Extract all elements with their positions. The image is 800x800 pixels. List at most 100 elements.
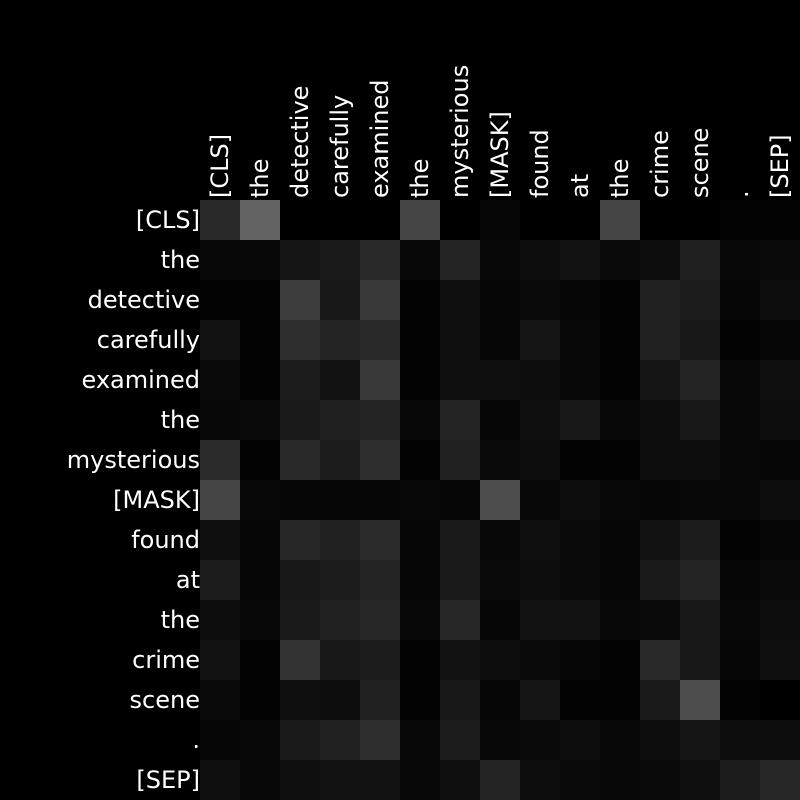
y-tick-label: scene bbox=[130, 686, 200, 714]
heatmap-cell-5-7 bbox=[480, 400, 520, 440]
heatmap-cell-13-8 bbox=[520, 720, 560, 760]
heatmap-cell-8-4 bbox=[360, 520, 400, 560]
heatmap-cell-14-1 bbox=[240, 760, 280, 800]
heatmap-cell-13-13 bbox=[720, 720, 760, 760]
heatmap-cell-8-1 bbox=[240, 520, 280, 560]
heatmap-cell-11-0 bbox=[200, 640, 240, 680]
heatmap-cell-3-5 bbox=[400, 320, 440, 360]
heatmap-cell-6-2 bbox=[280, 440, 320, 480]
heatmap-cell-6-7 bbox=[480, 440, 520, 480]
heatmap-cell-8-0 bbox=[200, 520, 240, 560]
heatmap-cell-3-14 bbox=[760, 320, 800, 360]
heatmap-cell-5-3 bbox=[320, 400, 360, 440]
heatmap-cell-9-7 bbox=[480, 560, 520, 600]
heatmap-cell-6-8 bbox=[520, 440, 560, 480]
heatmap-cell-8-6 bbox=[440, 520, 480, 560]
heatmap-cell-14-9 bbox=[560, 760, 600, 800]
heatmap-cell-1-13 bbox=[720, 240, 760, 280]
heatmap-cell-13-7 bbox=[480, 720, 520, 760]
heatmap-cell-12-12 bbox=[680, 680, 720, 720]
heatmap-cell-5-10 bbox=[600, 400, 640, 440]
heatmap-cell-3-4 bbox=[360, 320, 400, 360]
heatmap-cell-5-1 bbox=[240, 400, 280, 440]
heatmap-cell-0-9 bbox=[560, 200, 600, 240]
heatmap-cell-13-3 bbox=[320, 720, 360, 760]
heatmap-cell-0-0 bbox=[200, 200, 240, 240]
heatmap-cell-5-4 bbox=[360, 400, 400, 440]
heatmap-cell-12-9 bbox=[560, 680, 600, 720]
heatmap-cell-10-0 bbox=[200, 600, 240, 640]
heatmap-cell-3-0 bbox=[200, 320, 240, 360]
heatmap-cell-13-12 bbox=[680, 720, 720, 760]
heatmap-cell-5-13 bbox=[720, 400, 760, 440]
heatmap-cell-9-2 bbox=[280, 560, 320, 600]
y-tick-label: the bbox=[161, 246, 200, 274]
heatmap-cell-4-13 bbox=[720, 360, 760, 400]
heatmap-cell-2-11 bbox=[640, 280, 680, 320]
x-tick-label: crime bbox=[646, 130, 674, 198]
heatmap-cell-1-7 bbox=[480, 240, 520, 280]
heatmap-cell-4-6 bbox=[440, 360, 480, 400]
heatmap-cell-10-14 bbox=[760, 600, 800, 640]
x-tick-label: the bbox=[606, 159, 634, 198]
heatmap-cell-5-6 bbox=[440, 400, 480, 440]
heatmap-cell-1-0 bbox=[200, 240, 240, 280]
heatmap-cell-10-8 bbox=[520, 600, 560, 640]
heatmap-cell-0-8 bbox=[520, 200, 560, 240]
heatmap-cell-13-10 bbox=[600, 720, 640, 760]
heatmap-cell-7-9 bbox=[560, 480, 600, 520]
heatmap-cell-5-5 bbox=[400, 400, 440, 440]
heatmap-cell-12-14 bbox=[760, 680, 800, 720]
heatmap-cell-11-9 bbox=[560, 640, 600, 680]
heatmap-cell-6-12 bbox=[680, 440, 720, 480]
heatmap-cell-8-12 bbox=[680, 520, 720, 560]
heatmap-cell-10-9 bbox=[560, 600, 600, 640]
heatmap-cell-0-13 bbox=[720, 200, 760, 240]
heatmap-cell-7-0 bbox=[200, 480, 240, 520]
x-tick-label: mysterious bbox=[446, 65, 474, 198]
heatmap-cell-2-3 bbox=[320, 280, 360, 320]
heatmap-cell-6-6 bbox=[440, 440, 480, 480]
heatmap-cell-7-7 bbox=[480, 480, 520, 520]
heatmap-cell-4-2 bbox=[280, 360, 320, 400]
heatmap-cell-12-5 bbox=[400, 680, 440, 720]
x-tick-label: examined bbox=[366, 79, 394, 198]
heatmap-cell-2-12 bbox=[680, 280, 720, 320]
heatmap-cell-11-7 bbox=[480, 640, 520, 680]
heatmap-cell-10-7 bbox=[480, 600, 520, 640]
heatmap-cell-13-4 bbox=[360, 720, 400, 760]
x-tick-label: [CLS] bbox=[206, 134, 234, 198]
heatmap-cell-13-11 bbox=[640, 720, 680, 760]
y-tick-label: found bbox=[131, 526, 200, 554]
heatmap-cell-0-10 bbox=[600, 200, 640, 240]
heatmap-cell-8-8 bbox=[520, 520, 560, 560]
heatmap-cell-14-8 bbox=[520, 760, 560, 800]
heatmap-cell-12-8 bbox=[520, 680, 560, 720]
heatmap-cell-4-8 bbox=[520, 360, 560, 400]
heatmap-cell-9-5 bbox=[400, 560, 440, 600]
heatmap-cell-7-10 bbox=[600, 480, 640, 520]
heatmap-cell-14-5 bbox=[400, 760, 440, 800]
heatmap-cell-6-11 bbox=[640, 440, 680, 480]
heatmap-cell-7-3 bbox=[320, 480, 360, 520]
heatmap-cell-1-6 bbox=[440, 240, 480, 280]
heatmap-cells bbox=[200, 200, 800, 800]
heatmap-cell-13-1 bbox=[240, 720, 280, 760]
heatmap-cell-14-14 bbox=[760, 760, 800, 800]
x-tick-label: [MASK] bbox=[486, 111, 514, 198]
heatmap-cell-8-7 bbox=[480, 520, 520, 560]
heatmap-cell-6-3 bbox=[320, 440, 360, 480]
heatmap-cell-3-9 bbox=[560, 320, 600, 360]
heatmap-cell-6-1 bbox=[240, 440, 280, 480]
heatmap-cell-3-7 bbox=[480, 320, 520, 360]
y-tick-label: [CLS] bbox=[136, 206, 200, 234]
heatmap-cell-1-4 bbox=[360, 240, 400, 280]
heatmap-cell-6-10 bbox=[600, 440, 640, 480]
x-tick-label: the bbox=[406, 159, 434, 198]
y-tick-label: examined bbox=[81, 366, 200, 394]
heatmap-cell-10-11 bbox=[640, 600, 680, 640]
heatmap-cell-14-6 bbox=[440, 760, 480, 800]
heatmap-cell-2-0 bbox=[200, 280, 240, 320]
heatmap-cell-9-3 bbox=[320, 560, 360, 600]
heatmap-cell-1-11 bbox=[640, 240, 680, 280]
